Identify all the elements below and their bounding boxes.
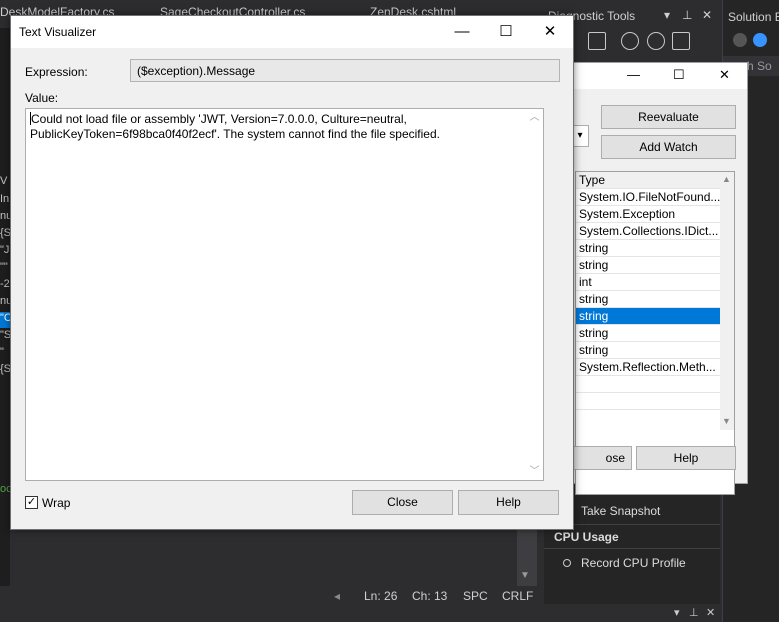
zoom-in-icon[interactable]: [621, 32, 639, 50]
status-line: Ln: 26: [364, 589, 398, 603]
wrap-checkbox[interactable]: ✓: [25, 496, 38, 509]
editor-status-bar: ◂ Ln: 26 Ch: 13 SPC CRLF: [0, 586, 540, 604]
dialog-titlebar: Text Visualizer — ☐ ✕: [11, 16, 573, 48]
scroll-left-icon[interactable]: ◂: [334, 589, 340, 603]
maximize-button[interactable]: ☐: [483, 16, 529, 48]
wrap-label[interactable]: Wrap: [42, 496, 70, 510]
text-visualizer-dialog: Text Visualizer — ☐ ✕ Expression: ($exce…: [10, 15, 574, 530]
table-row[interactable]: [576, 376, 721, 393]
value-scrollbar[interactable]: ︿ ﹀: [526, 109, 543, 480]
table-row[interactable]: string: [576, 325, 721, 342]
table-row[interactable]: [576, 393, 721, 410]
quickwatch-titlebar: — ☐ ✕: [561, 63, 747, 89]
maximize-button[interactable]: ☐: [673, 67, 685, 83]
record-cpu-profile-button[interactable]: Record CPU Profile: [581, 556, 757, 570]
watch-row-text: V: [0, 175, 8, 187]
close-icon[interactable]: ✕: [706, 606, 715, 619]
help-button[interactable]: Help: [458, 490, 559, 515]
watch-row-text: "J: [0, 244, 10, 256]
take-snapshot-label: Take Snapshot: [581, 504, 661, 518]
expression-label: Expression:: [25, 65, 88, 79]
record-icon: [563, 559, 571, 567]
type-column-header[interactable]: Type: [576, 172, 721, 189]
minimize-button[interactable]: —: [439, 16, 485, 48]
forward-icon[interactable]: [753, 33, 767, 47]
status-spacing: SPC: [463, 589, 488, 603]
table-row[interactable]: string: [576, 291, 721, 308]
value-label: Value:: [25, 91, 59, 105]
pin-icon[interactable]: ⊥: [682, 8, 692, 22]
watch-row-text-selected: "C: [0, 312, 10, 328]
cpu-usage-heading: CPU Usage: [554, 530, 619, 544]
watch-row-text: -2: [0, 278, 10, 290]
value-line-1: Could not load file or assembly 'JWT, Ve…: [31, 112, 407, 126]
close-button[interactable]: ✕: [527, 16, 573, 48]
dropdown-icon[interactable]: ▾: [664, 8, 670, 22]
table-row[interactable]: int: [576, 274, 721, 291]
quickwatch-dialog: — ☐ ✕ ▾ Reevaluate Add Watch Type System…: [555, 62, 748, 495]
value-textarea[interactable]: Could not load file or assembly 'JWT, Ve…: [25, 108, 544, 481]
scroll-down-icon[interactable]: ▼: [722, 416, 731, 426]
table-row[interactable]: string: [576, 257, 721, 274]
watch-row-text: {S: [0, 363, 10, 375]
close-button[interactable]: ✕: [719, 67, 730, 83]
scroll-up-icon[interactable]: ︿: [526, 109, 543, 126]
scroll-down-icon[interactable]: ▼: [520, 570, 530, 581]
watch-row-text: "S: [0, 329, 10, 341]
watch-row-text: nu: [0, 295, 10, 307]
scroll-up-icon[interactable]: ▲: [722, 174, 731, 184]
close-icon[interactable]: ✕: [702, 8, 712, 22]
settings-icon[interactable]: [672, 32, 690, 50]
zoom-out-icon[interactable]: [647, 32, 665, 50]
dropdown-icon[interactable]: ▾: [674, 606, 680, 619]
expression-field[interactable]: ($exception).Message: [130, 59, 560, 82]
dialog-title: Text Visualizer: [19, 25, 97, 39]
table-row[interactable]: System.Exception: [576, 206, 721, 223]
table-row[interactable]: System.IO.FileNotFound...: [576, 189, 721, 206]
watch-grid-scrollbar[interactable]: ▲ ▼: [720, 172, 734, 430]
add-watch-button[interactable]: Add Watch: [601, 135, 736, 159]
help-button[interactable]: Help: [636, 446, 736, 470]
status-column: Ch: 13: [412, 589, 448, 603]
table-row-selected[interactable]: string: [576, 308, 721, 325]
minimize-button[interactable]: —: [627, 67, 640, 82]
solution-explorer-title: Solution E: [728, 10, 779, 24]
divider: [544, 548, 720, 549]
table-row[interactable]: System.Collections.IDict...: [576, 223, 721, 240]
value-line-2: PublicKeyToken=6f98bca0f40f2ecf'. The sy…: [30, 127, 440, 141]
reevaluate-button[interactable]: Reevaluate: [601, 105, 736, 129]
scroll-down-icon[interactable]: ﹀: [526, 463, 543, 480]
lower-panel-header: ▾ ⊥ ✕: [544, 604, 720, 622]
watch-row-text: "": [0, 261, 8, 273]
status-line-ending: CRLF: [502, 589, 534, 603]
watch-row-text: nu: [0, 210, 10, 222]
export-icon[interactable]: [588, 32, 606, 50]
table-row[interactable]: string: [576, 240, 721, 257]
table-row[interactable]: System.Reflection.Meth...: [576, 359, 721, 376]
watch-row-text: ": [0, 346, 4, 358]
table-row[interactable]: string: [576, 342, 721, 359]
back-icon[interactable]: [733, 33, 747, 47]
output-text: oc: [0, 483, 10, 495]
close-button[interactable]: Close: [352, 490, 453, 515]
value-text: Could not load file or assembly 'JWT, Ve…: [30, 112, 530, 142]
watch-row-text: {S: [0, 227, 10, 239]
pin-icon[interactable]: ⊥: [689, 606, 699, 619]
watch-row-text: In: [0, 193, 10, 205]
